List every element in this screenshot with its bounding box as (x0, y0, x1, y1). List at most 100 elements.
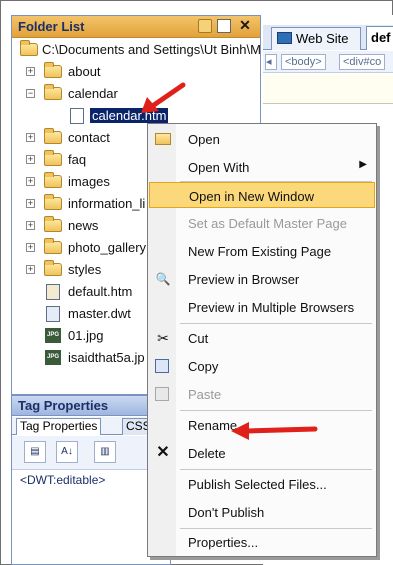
menu-item-set-default-master[interactable]: Set as Default Master Page (149, 210, 375, 236)
tab-web-site[interactable]: Web Site (271, 27, 361, 50)
menu-item-label: Cut (188, 331, 209, 346)
tree-item-label: styles (68, 262, 102, 277)
page-design-view[interactable] (263, 74, 393, 104)
menu-item-label: Copy (188, 359, 219, 374)
delete-x-icon: ✕ (156, 444, 170, 461)
tree-item-label: calendar (68, 86, 118, 101)
tab-tag-properties[interactable]: Tag Properties (16, 418, 102, 435)
menu-separator (180, 323, 372, 324)
scissors-icon: ✂ (157, 330, 169, 346)
paste-icon (155, 387, 169, 401)
menu-item-label: Don't Publish (188, 505, 265, 520)
tab-default-htm[interactable]: def (366, 26, 393, 50)
menu-item-publish-selected[interactable]: Publish Selected Files... (149, 471, 375, 497)
menu-item-label: Properties... (188, 535, 259, 550)
tree-item-label: photo_gallery (68, 240, 147, 255)
menu-separator (180, 410, 372, 411)
template-icon (46, 306, 60, 322)
folder-list-header: Folder List ✕ (12, 16, 260, 38)
folder-icon (44, 62, 62, 78)
annotation-arrow-icon (231, 422, 318, 440)
expand-icon[interactable]: + (26, 155, 35, 164)
menu-item-preview-multiple[interactable]: Preview in Multiple Browsers (149, 294, 375, 320)
menu-item-label: Open With (188, 160, 250, 175)
menu-item-cut[interactable]: ✂ Cut (149, 325, 375, 351)
folder-list-title: Folder List (18, 19, 85, 34)
show-set-properties-icon[interactable]: ▥ (94, 441, 116, 463)
context-menu: Open Open With ▶ Open in New Window Set … (147, 123, 377, 557)
tree-item-label: images (68, 174, 110, 189)
quick-tag-selector: ◂ <body> <div#co (263, 51, 393, 73)
tree-item-label: default.htm (68, 284, 133, 299)
tree-item-label: contact (68, 130, 110, 145)
menu-item-label: Delete (188, 446, 226, 461)
tree-item-label: faq (68, 152, 87, 167)
menu-item-dont-publish[interactable]: Don't Publish (149, 499, 375, 525)
expand-icon[interactable]: + (26, 177, 35, 186)
expand-icon[interactable]: + (26, 243, 35, 252)
folder-icon (44, 216, 62, 232)
menu-item-paste[interactable]: Paste (149, 381, 375, 407)
close-icon[interactable]: ✕ (237, 17, 253, 33)
tree-item-label: information_li (68, 196, 146, 211)
collapse-icon[interactable]: − (26, 89, 35, 98)
annotation-arrow-icon (141, 82, 186, 113)
home-page-icon (46, 284, 60, 300)
folder-icon (44, 194, 62, 210)
expand-icon[interactable]: + (26, 133, 35, 142)
folder-icon (44, 260, 62, 276)
menu-item-label: Open (188, 132, 220, 147)
menu-item-label: Preview in Browser (188, 272, 300, 287)
tag-properties-title: Tag Properties (18, 398, 109, 413)
tree-item-label: news (68, 218, 99, 233)
folder-icon (44, 172, 62, 188)
tree-item-label: master.dwt (68, 306, 131, 321)
document-tab-bar: Web Site def (263, 25, 393, 50)
menu-item-open-with[interactable]: Open With ▶ (149, 154, 375, 180)
menu-separator (180, 469, 372, 470)
tree-item-label: about (68, 64, 101, 79)
menu-item-label: Publish Selected Files... (188, 477, 327, 492)
menu-item-label: Preview in Multiple Browsers (188, 300, 355, 315)
open-folder-icon (155, 133, 171, 145)
tree-root-label: C:\Documents and Settings\Ut Binh\M (42, 42, 261, 57)
menu-item-label: Set as Default Master Page (188, 216, 347, 231)
menu-item-copy[interactable]: Copy (149, 353, 375, 379)
menu-item-new-from-existing[interactable]: New From Existing Page (149, 238, 375, 264)
new-page-icon[interactable] (217, 19, 231, 33)
menu-item-open-in-new-window[interactable]: Open in New Window (149, 182, 375, 208)
breadcrumb-div[interactable]: <div#co (339, 54, 386, 70)
menu-item-open[interactable]: Open (149, 126, 375, 152)
menu-item-delete[interactable]: ✕ Delete (149, 440, 375, 466)
folder-open-icon (44, 84, 62, 100)
folder-icon (44, 238, 62, 254)
preview-icon: 🔍 (155, 272, 171, 286)
tree-item-label: 01.jpg (68, 328, 104, 343)
expand-icon[interactable]: + (26, 221, 35, 230)
categorized-view-icon[interactable]: ▤ (24, 441, 46, 463)
website-icon (277, 32, 292, 44)
selected-tag-label: <DWT:editable> (20, 473, 106, 487)
menu-item-label: Paste (188, 387, 222, 402)
menu-item-label: Open in New Window (189, 189, 314, 204)
tree-item-label: isaidthat5a.jp (68, 350, 145, 365)
menu-item-properties[interactable]: Properties... (149, 529, 375, 555)
folder-icon (44, 128, 62, 144)
sort-az-icon[interactable]: A↓ (56, 441, 78, 463)
copy-icon (155, 359, 169, 373)
jpg-icon: JPG (45, 328, 61, 343)
jpg-icon: JPG (45, 350, 61, 365)
application-window: Folder List ✕ C:\Documents and Settings\… (0, 0, 393, 565)
folder-icon (44, 150, 62, 166)
expand-icon[interactable]: + (26, 199, 35, 208)
breadcrumb-body[interactable]: <body> (281, 54, 326, 70)
menu-item-preview-in-browser[interactable]: 🔍 Preview in Browser (149, 266, 375, 292)
expand-icon[interactable]: + (26, 265, 35, 274)
page-icon (70, 108, 84, 124)
scroll-left-icon[interactable]: ◂ (265, 54, 277, 70)
tab-label: Web Site (296, 31, 349, 46)
expand-icon[interactable]: + (26, 67, 35, 76)
submenu-arrow-icon: ▶ (359, 159, 367, 170)
menu-item-label: New From Existing Page (188, 244, 332, 259)
new-folder-icon[interactable] (198, 19, 212, 33)
